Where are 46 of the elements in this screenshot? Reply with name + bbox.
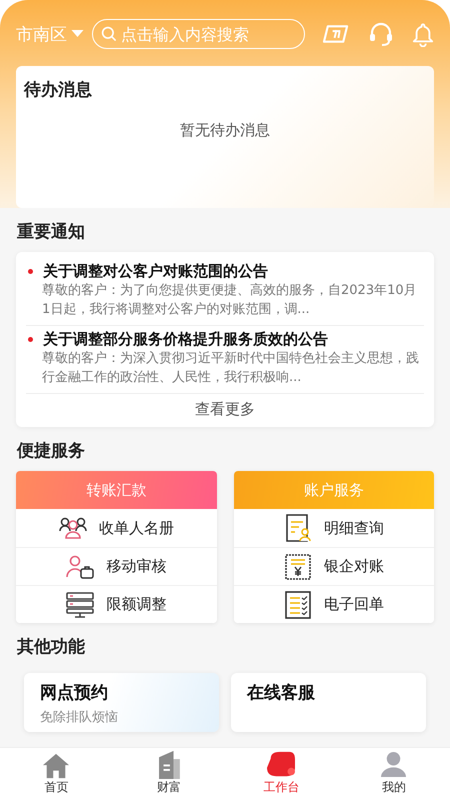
service-item[interactable]: 电子回单 (234, 585, 434, 623)
nav-tab[interactable]: 首页 (0, 748, 112, 800)
section-title: 重要通知 (16, 221, 86, 244)
feature-card[interactable]: 在线客服 (231, 673, 426, 732)
nav-tab[interactable]: 工作台 (225, 748, 338, 800)
more-link[interactable]: 查看更多 (26, 394, 424, 427)
person-briefcase-icon (66, 554, 94, 578)
notice-summary: 尊敬的客户：为了向您提供更便捷、高效的服务，自2023年10月1日起，我行将调整对公客户的对账范围，调... (41, 282, 418, 319)
nav-tab[interactable]: 我的 (338, 748, 450, 800)
feature-subtitle: 免除排队烦恼 (40, 709, 118, 726)
switch-icon[interactable] (323, 22, 350, 46)
checklist-icon (284, 590, 312, 618)
caret-icon (71, 30, 84, 38)
notice-title: 关于调整部分服务价格提升服务质效的公告 (43, 330, 328, 349)
service-item[interactable]: 移动审核 (16, 547, 216, 585)
search-icon (101, 25, 118, 43)
section-title: 便捷服务 (16, 440, 86, 463)
feature-title: 在线客服 (247, 682, 315, 704)
notice-title: 关于调整对公客户对账范围的公告 (43, 262, 268, 281)
yen-receipt-icon (284, 552, 312, 580)
user-icon (380, 750, 408, 779)
service-header: 账户服务 (234, 471, 434, 509)
bell-icon[interactable] (412, 22, 434, 46)
service-item[interactable]: 明细查询 (234, 509, 434, 547)
service-item[interactable]: 收单人名册 (16, 509, 216, 547)
section-title: 其他功能 (16, 636, 86, 659)
feature-title: 网点预约 (40, 682, 108, 704)
bullet-icon (28, 337, 33, 342)
notice-item[interactable]: 关于调整部分服务价格提升服务质效的公告 尊敬的客户：为深入贯彻习近平新时代中国特色社会主义思想，践行金融工作的政治性、人民性，我行积极响... (26, 326, 424, 394)
search-field[interactable]: 点击输入内容搜索 (92, 19, 305, 49)
empty-message: 暂无待办消息 (179, 121, 271, 140)
notice-summary: 尊敬的客户：为深入贯彻习近平新时代中国特色社会主义思想，践行金融工作的政治性、人民性，我行积极响... (41, 350, 420, 387)
building-icon (156, 750, 181, 779)
feature-card[interactable]: 网点预约 免除排队烦恼 (24, 673, 219, 732)
people-icon (58, 516, 87, 540)
service-item[interactable]: 银企对账 (234, 547, 434, 585)
server-icon (66, 592, 94, 618)
notice-item[interactable]: 关于调整对公客户对账范围的公告 尊敬的客户：为了向您提供更便捷、高效的服务，自2023年10月1日起，我行将调整对公客户的对账范围，调... (26, 258, 424, 326)
headset-icon[interactable] (368, 21, 394, 47)
document-person-icon (284, 514, 312, 542)
todo-title: 待办消息 (24, 79, 93, 101)
nav-tab[interactable]: 财富 (112, 748, 225, 800)
service-header: 转账汇款 (16, 471, 216, 509)
bullet-icon (28, 269, 33, 274)
home-icon (41, 753, 72, 779)
service-item[interactable]: 限额调整 (16, 585, 216, 623)
